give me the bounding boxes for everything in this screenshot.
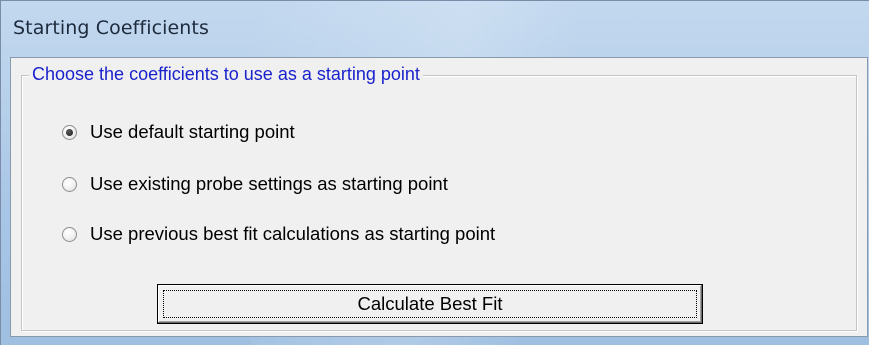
window-client-area: Choose the coefficients to use as a star… [10, 57, 868, 337]
option-label: Use existing probe settings as starting … [90, 173, 448, 194]
option-label: Use previous best fit calculations as st… [90, 223, 496, 244]
option-previous-best-fit[interactable]: Use previous best fit calculations as st… [62, 221, 495, 247]
starting-coefficients-window: Starting Coefficients Choose the coeffic… [0, 0, 869, 345]
groupbox-legend: Choose the coefficients to use as a star… [29, 63, 423, 85]
radio-button[interactable] [62, 226, 77, 242]
option-label: Use default starting point [90, 121, 295, 142]
button-label: Calculate Best Fit [357, 293, 503, 314]
window-title: Starting Coefficients [13, 17, 209, 39]
option-default-starting-point[interactable]: Use default starting point [62, 119, 295, 145]
radio-button-checked[interactable] [62, 124, 77, 140]
calculate-best-fit-button[interactable]: Calculate Best Fit [157, 284, 703, 324]
radio-button[interactable] [62, 176, 77, 192]
option-existing-probe-settings[interactable]: Use existing probe settings as starting … [62, 171, 448, 197]
